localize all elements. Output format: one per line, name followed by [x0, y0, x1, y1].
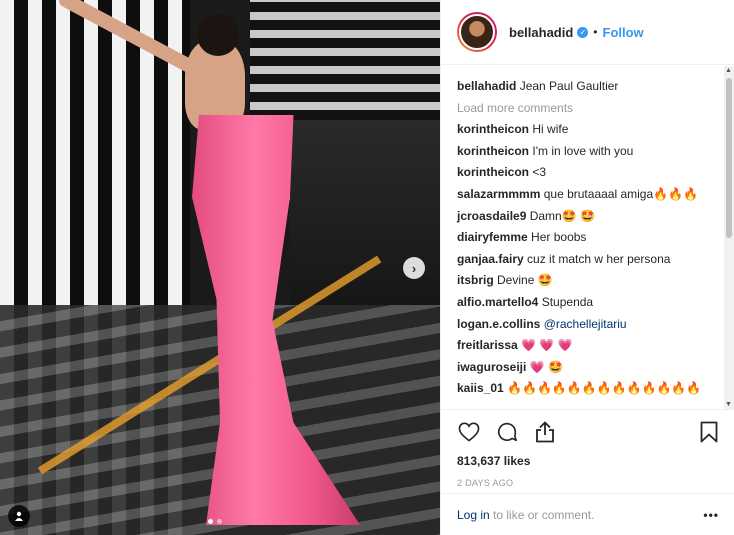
comment-text: I'm in love with you [532, 143, 634, 158]
comment-username[interactable]: logan.e.collins [457, 317, 540, 331]
comment-username[interactable]: alfio.martello4 [457, 295, 538, 309]
comments-scrollbar[interactable]: ▲ ▼ [724, 66, 734, 409]
comment-item: diairyfemme Her boobs [457, 227, 719, 249]
login-prompt-text: to like or comment. [489, 507, 595, 522]
share-icon[interactable] [533, 420, 557, 444]
comment-item: iwaguroseiji 💗 🤩 [457, 357, 719, 379]
comment-item: jcroasdaile9 Damn🤩 🤩 [457, 206, 719, 228]
action-icons [457, 416, 721, 448]
heart-icon[interactable] [457, 420, 481, 444]
caption: bellahadid Jean Paul Gaultier [457, 76, 719, 98]
comment-item: korintheicon <3 [457, 162, 719, 184]
scroll-up-icon[interactable]: ▲ [725, 67, 732, 74]
comment-username[interactable]: itsbrig [457, 273, 494, 287]
avatar[interactable] [457, 12, 497, 52]
comment-item: ganjaa.fairy cuz it match w her persona [457, 249, 719, 271]
comment-text: cuz it match w her persona [527, 251, 671, 266]
comment-text: que brutaaaal amiga🔥🔥🔥 [543, 186, 698, 201]
comment-item: freitlarissa 💗 💗 💗 [457, 335, 719, 357]
author-username[interactable]: bellahadid [509, 25, 573, 40]
comment-item: alfio.martello4 Stupenda [457, 292, 719, 314]
comment-text: Her boobs [531, 230, 587, 245]
scroll-down-icon[interactable]: ▼ [725, 401, 732, 408]
comment-username[interactable]: salazarmmmm [457, 187, 540, 201]
comment-item: korintheicon I'm in love with you [457, 141, 719, 163]
comment-username[interactable]: korintheicon [457, 144, 529, 158]
comment-text: Stupenda [541, 294, 594, 309]
post-header: bellahadid ✓ • Follow [441, 0, 734, 65]
comment-text: <3 [532, 165, 547, 180]
like-count[interactable]: 813,637 likes [457, 454, 721, 468]
comment-text: Damn🤩 🤩 [529, 208, 595, 223]
comment-mention-link[interactable]: @rachellejitariu [544, 317, 627, 331]
chevron-right-icon[interactable]: › [403, 257, 425, 279]
post-dialog: › bellahadid ✓ • Follow bellahadid Jean … [0, 0, 734, 535]
comment-username[interactable]: freitlarissa [457, 338, 518, 352]
post-actions: 813,637 likes 2 DAYS AGO [441, 409, 734, 488]
post-photo[interactable]: › [0, 0, 440, 535]
login-footer: Log in to like or comment. ••• [441, 493, 734, 535]
more-options-icon[interactable]: ••• [703, 508, 719, 522]
comment-item: itsbrig Devine 🤩 [457, 270, 719, 292]
load-more-comments-button[interactable]: Load more comments [457, 98, 719, 120]
comment-username[interactable]: ganjaa.fairy [457, 252, 524, 266]
comment-item: logan.e.collins @rachellejitariu [457, 314, 719, 336]
carousel-dot [217, 519, 222, 524]
comment-item: korintheicon Hi wife [457, 119, 719, 141]
comment-text: 💗 🤩 [529, 359, 563, 374]
model-head [197, 14, 239, 56]
verified-badge-icon: ✓ [577, 26, 589, 38]
comment-username[interactable]: iwaguroseiji [457, 360, 526, 374]
comment-item: salazarmmmm que brutaaaal amiga🔥🔥🔥 [457, 184, 719, 206]
comment-username[interactable]: korintheicon [457, 165, 529, 179]
comment-username[interactable]: jcroasdaile9 [457, 209, 526, 223]
comment-username[interactable]: korintheicon [457, 122, 529, 136]
comment-username[interactable]: kaiis_01 [457, 381, 504, 395]
comments-list: bellahadid Jean Paul Gaultier Load more … [441, 66, 734, 409]
comment-text: Devine 🤩 [497, 273, 553, 288]
caption-text: Jean Paul Gaultier [519, 79, 619, 93]
scrollbar-thumb[interactable] [726, 78, 732, 238]
comment-username[interactable]: diairyfemme [457, 230, 528, 244]
caption-username[interactable]: bellahadid [457, 79, 516, 93]
carousel-dot [208, 519, 213, 524]
carousel-dots [208, 519, 222, 524]
comment-icon[interactable] [495, 420, 519, 444]
separator-dot: • [593, 25, 598, 39]
comment-text: 🔥🔥🔥🔥🔥🔥🔥🔥🔥🔥🔥🔥🔥 [507, 381, 702, 396]
user-tag-icon[interactable] [8, 505, 30, 527]
comment-item: kaiis_01 🔥🔥🔥🔥🔥🔥🔥🔥🔥🔥🔥🔥🔥 [457, 378, 719, 400]
post-timestamp[interactable]: 2 DAYS AGO [457, 478, 721, 488]
comment-text: 💗 💗 💗 [521, 338, 573, 353]
bookmark-icon[interactable] [697, 420, 721, 444]
post-sidebar: bellahadid ✓ • Follow bellahadid Jean Pa… [440, 0, 734, 535]
login-link[interactable]: Log in [457, 508, 490, 522]
follow-button[interactable]: Follow [603, 25, 644, 40]
comment-text: Hi wife [532, 122, 569, 137]
